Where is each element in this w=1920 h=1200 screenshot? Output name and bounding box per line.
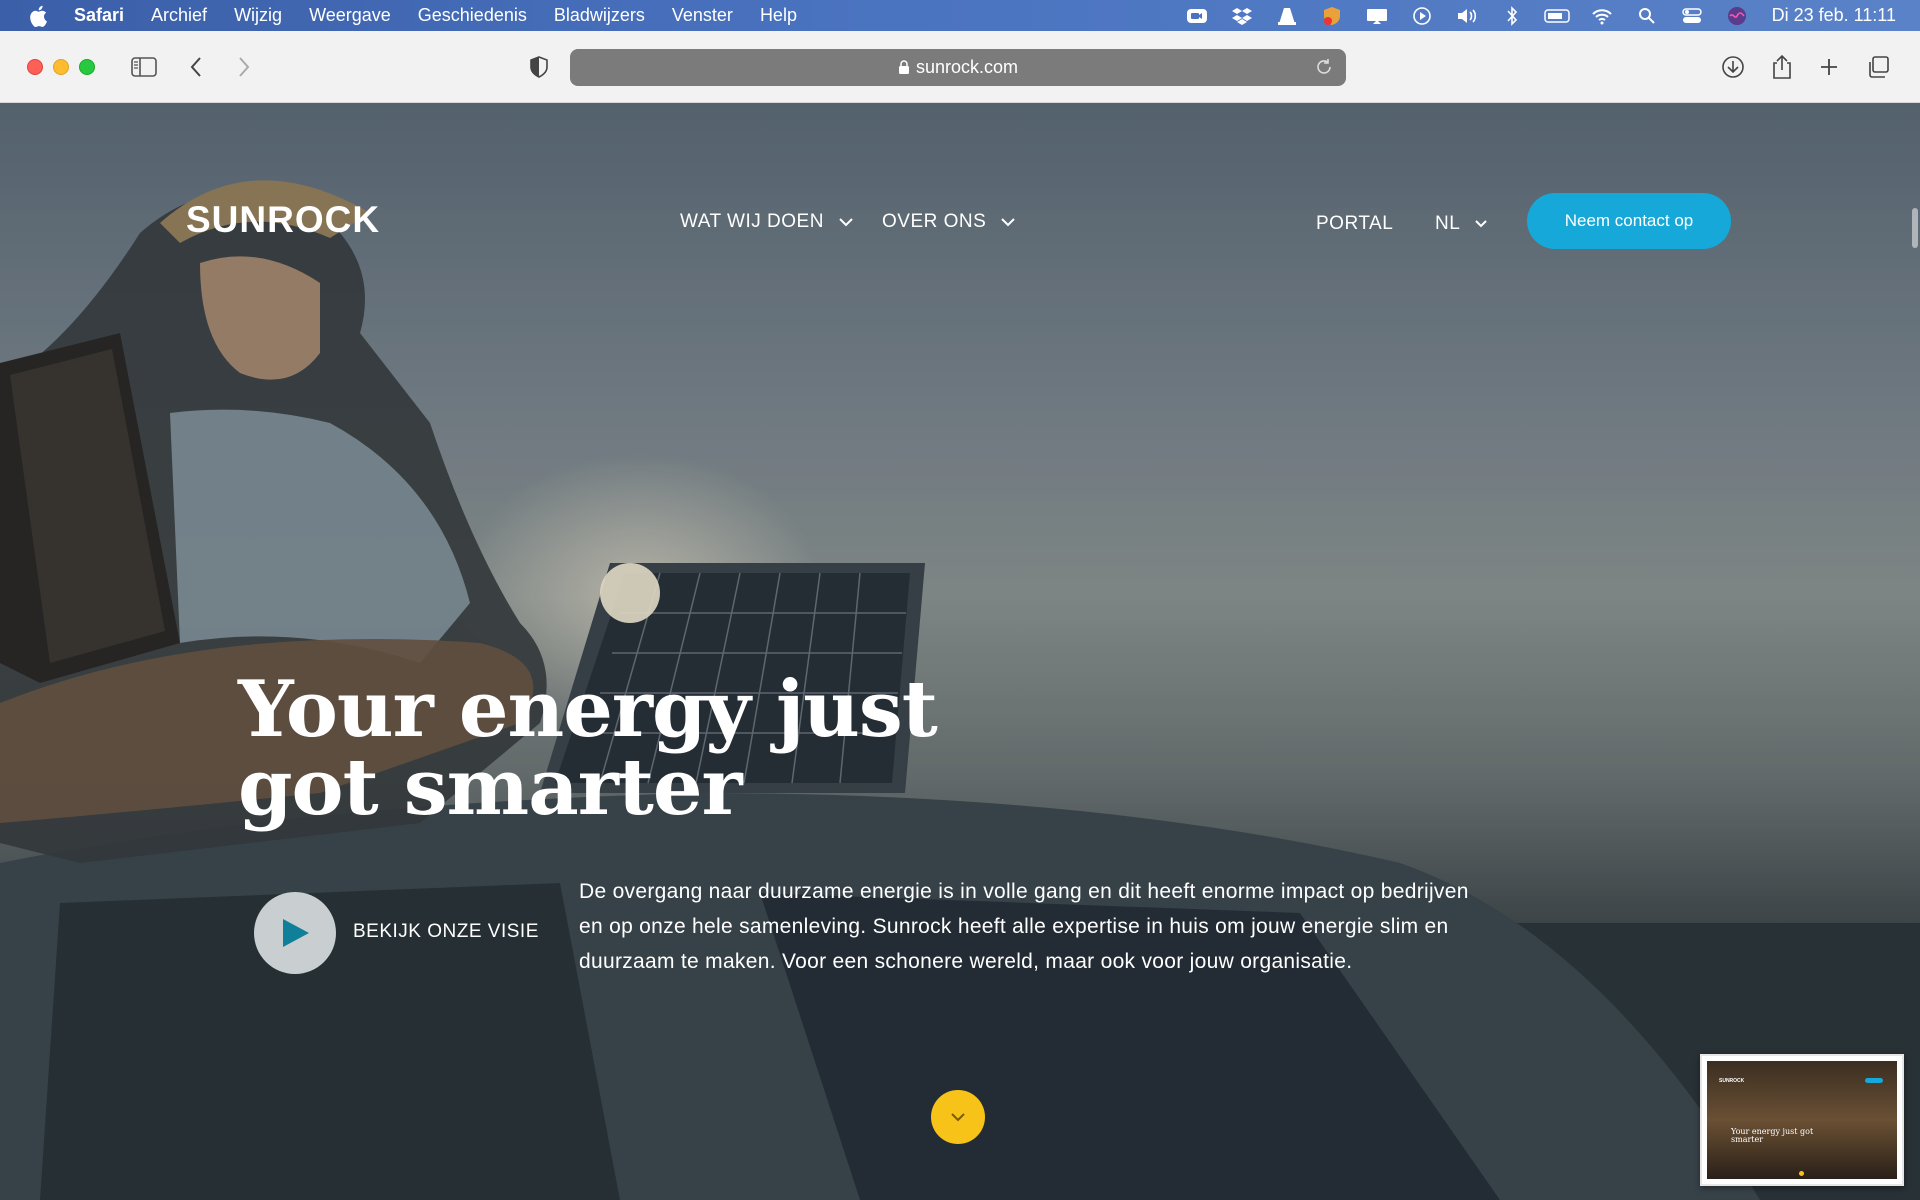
volume-icon[interactable]: [1454, 5, 1480, 27]
site-logo[interactable]: SUNROCK: [186, 199, 380, 241]
dropbox-icon[interactable]: [1229, 5, 1255, 27]
zoom-icon[interactable]: [1184, 5, 1210, 27]
control-center-icon[interactable]: [1679, 5, 1705, 27]
minimize-window-button[interactable]: [53, 59, 69, 75]
privacy-shield-icon[interactable]: [523, 51, 555, 83]
forward-icon[interactable]: [228, 51, 260, 83]
menubar-clock[interactable]: Di 23 feb. 11:11: [1772, 5, 1896, 26]
menu-bladwijzers[interactable]: Bladwijzers: [554, 5, 645, 26]
macos-menubar: Safari Archief Wijzig Weergave Geschiede…: [0, 0, 1920, 31]
hero-section: SUNROCK WAT WIJ DOEN OVER ONS PORTAL NL …: [0, 103, 1920, 1200]
nav-wat-wij-doen[interactable]: WAT WIJ DOEN: [680, 211, 854, 233]
thumbnail-preview: SUNROCK Your energy just got smarter: [1707, 1061, 1897, 1179]
sidebar-toggle-icon[interactable]: [128, 51, 160, 83]
siri-icon[interactable]: [1724, 5, 1750, 27]
menu-venster[interactable]: Venster: [672, 5, 733, 26]
nav-portal[interactable]: PORTAL: [1316, 213, 1393, 235]
fullscreen-window-button[interactable]: [79, 59, 95, 75]
play-icon: [283, 919, 309, 947]
page-scrollbar[interactable]: [1912, 208, 1918, 248]
battery-icon[interactable]: [1543, 5, 1570, 27]
spotlight-search-icon[interactable]: [1634, 5, 1660, 27]
address-bar[interactable]: sunrock.com: [570, 49, 1346, 86]
thumbnail-cta: [1865, 1078, 1883, 1083]
hero-overlay: [0, 103, 1920, 1200]
chevron-down-icon: [1474, 219, 1488, 229]
menu-app-name[interactable]: Safari: [74, 5, 124, 26]
nav-label: WAT WIJ DOEN: [680, 211, 824, 232]
scroll-down-button[interactable]: [931, 1090, 985, 1144]
menu-geschiedenis[interactable]: Geschiedenis: [418, 5, 527, 26]
downloads-icon[interactable]: [1717, 51, 1749, 83]
url-text: sunrock.com: [915, 57, 1019, 77]
play-video-button[interactable]: [254, 892, 336, 974]
lock-icon: [898, 60, 910, 75]
screenshot-thumbnail[interactable]: SUNROCK Your energy just got smarter: [1700, 1054, 1904, 1186]
video-link-label[interactable]: BEKIJK ONZE VISIE: [353, 921, 539, 943]
nav-label: PORTAL: [1316, 213, 1394, 234]
menu-help[interactable]: Help: [760, 5, 797, 26]
back-icon[interactable]: [180, 51, 212, 83]
menu-weergave[interactable]: Weergave: [309, 5, 391, 26]
chevron-down-icon: [838, 217, 854, 227]
security-shield-icon[interactable]: [1319, 5, 1345, 27]
nav-label: OVER ONS: [882, 211, 987, 232]
apple-menu-icon[interactable]: [26, 2, 54, 30]
close-window-button[interactable]: [27, 59, 43, 75]
display-mirroring-icon[interactable]: [1364, 5, 1390, 27]
hero-intro-text: De overgang naar duurzame energie is in …: [579, 880, 1469, 973]
thumbnail-scroll-dot: [1799, 1171, 1804, 1176]
nav-over-ons[interactable]: OVER ONS: [882, 211, 1016, 233]
vlc-icon[interactable]: [1274, 5, 1300, 27]
thumbnail-headline: Your energy just got smarter: [1731, 1127, 1814, 1144]
share-icon[interactable]: [1766, 51, 1798, 83]
menu-archief[interactable]: Archief: [151, 5, 207, 26]
bluetooth-icon[interactable]: [1499, 5, 1525, 27]
language-selector[interactable]: NL: [1435, 213, 1488, 235]
menu-wijzig[interactable]: Wijzig: [234, 5, 282, 26]
tab-overview-icon[interactable]: [1862, 51, 1894, 83]
wifi-icon[interactable]: [1589, 5, 1615, 27]
browser-toolbar: sunrock.com: [0, 31, 1920, 103]
new-tab-icon[interactable]: [1813, 51, 1845, 83]
hero-headline: Your energy just got smarter: [238, 664, 938, 833]
chevron-down-icon: [951, 1113, 965, 1122]
reload-icon[interactable]: [1314, 57, 1334, 77]
now-playing-icon[interactable]: [1409, 5, 1435, 27]
contact-button[interactable]: Neem contact op: [1527, 193, 1731, 249]
thumbnail-logo: SUNROCK: [1719, 1078, 1745, 1084]
chevron-down-icon: [1000, 217, 1016, 227]
menubar-status-area: Di 23 feb. 11:11: [1165, 0, 1896, 31]
language-label: NL: [1435, 213, 1461, 234]
